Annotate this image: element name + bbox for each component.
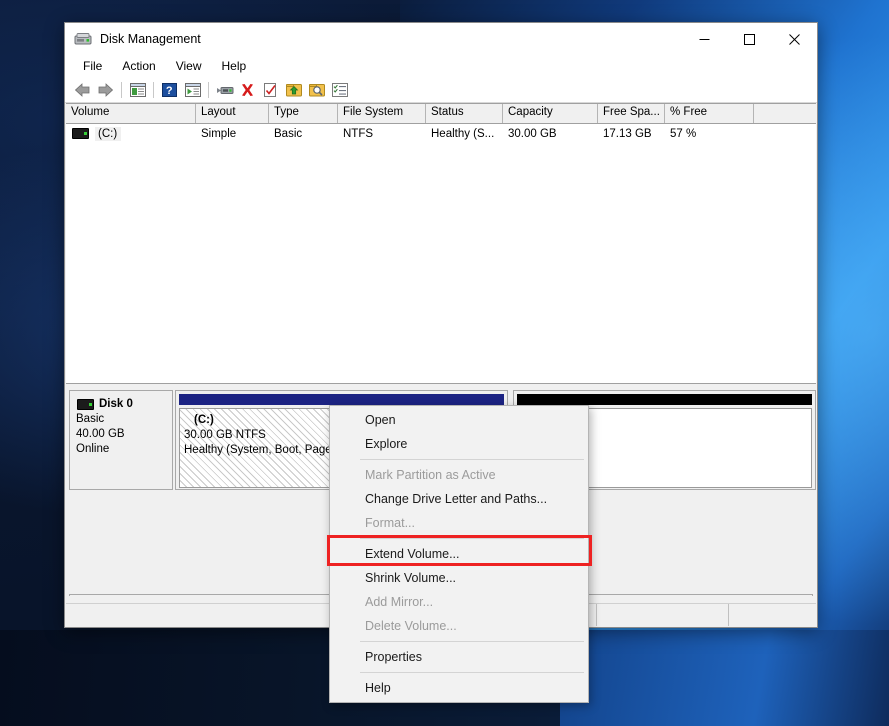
volume-name: (C:) xyxy=(95,126,122,141)
volume-status: Healthy (S... xyxy=(431,127,495,140)
search-folder-icon[interactable] xyxy=(305,79,328,101)
volume-capacity: 30.00 GB xyxy=(508,127,557,140)
volume-type: Basic xyxy=(274,127,303,140)
svg-text:?: ? xyxy=(166,85,173,97)
show-hide-console-tree-icon[interactable] xyxy=(126,79,149,101)
partition-context-menu: Open Explore Mark Partition as Active Ch… xyxy=(327,405,592,703)
volume-layout: Simple xyxy=(201,127,237,140)
toolbar-separator xyxy=(121,81,122,98)
disk-type: Basic xyxy=(76,413,105,425)
column-header-type[interactable]: Type xyxy=(269,104,338,123)
list-details-icon[interactable] xyxy=(328,79,351,101)
status-bar-segment-2 xyxy=(597,604,729,626)
column-header-percent-free[interactable]: % Free xyxy=(665,104,754,123)
rescan-disks-icon[interactable] xyxy=(213,79,236,101)
title-bar: Disk Management xyxy=(65,23,817,55)
column-header-capacity[interactable]: Capacity xyxy=(503,104,598,123)
menu-file[interactable]: File xyxy=(75,57,112,76)
context-menu-item-delete-volume: Delete Volume... xyxy=(365,619,457,633)
toolbar-separator xyxy=(208,81,209,98)
menu-action[interactable]: Action xyxy=(114,57,165,76)
toolbar: ? xyxy=(65,77,817,103)
context-menu-item-shrink-volume[interactable]: Shrink Volume... xyxy=(330,566,588,590)
disk-icon xyxy=(77,399,94,410)
context-menu-item-explore[interactable]: Explore xyxy=(330,432,588,456)
disk-info-panel[interactable]: Disk 0 Basic 40.00 GB Online xyxy=(69,390,173,490)
partition-color-bar-unallocated xyxy=(517,394,812,405)
column-header-status[interactable]: Status xyxy=(426,104,503,123)
context-menu-separator xyxy=(360,672,584,673)
column-header-volume[interactable]: Volume xyxy=(66,104,196,123)
disk-size: 40.00 GB xyxy=(76,428,125,440)
context-menu-item-extend-volume[interactable]: Extend Volume... xyxy=(330,542,588,566)
table-row[interactable]: (C:) Simple Basic NTFS Healthy (S... 30.… xyxy=(66,124,816,143)
context-menu-separator xyxy=(360,641,584,642)
close-button[interactable] xyxy=(772,23,817,55)
delete-icon[interactable] xyxy=(236,79,259,101)
volume-list-header: Volume Layout Type File System Status Ca… xyxy=(66,103,816,124)
disk-drive-icon xyxy=(74,32,92,46)
toolbar-separator xyxy=(153,81,154,98)
partition-color-bar-primary xyxy=(179,394,504,405)
volume-name-cell[interactable]: (C:) xyxy=(66,126,196,141)
open-up-folder-icon[interactable] xyxy=(282,79,305,101)
maximize-button[interactable] xyxy=(727,23,772,55)
disk-name-row: Disk 0 xyxy=(76,397,172,412)
column-header-extra[interactable] xyxy=(754,104,814,123)
drive-icon xyxy=(72,128,89,139)
volume-free-space: 17.13 GB xyxy=(603,127,652,140)
window-title: Disk Management xyxy=(100,32,201,46)
context-menu-item-change-drive-letter-and-paths[interactable]: Change Drive Letter and Paths... xyxy=(330,487,588,511)
volume-file-system: NTFS xyxy=(343,127,374,140)
status-bar-segment-3 xyxy=(729,604,816,626)
menu-view[interactable]: View xyxy=(168,57,212,76)
forward-arrow-icon[interactable] xyxy=(94,79,117,101)
properties-icon[interactable] xyxy=(259,79,282,101)
context-menu-item-help[interactable]: Help xyxy=(330,676,588,700)
context-menu-item-open[interactable]: Open xyxy=(330,408,588,432)
volume-list-body: (C:) Simple Basic NTFS Healthy (S... 30.… xyxy=(66,124,816,382)
context-menu-item-properties[interactable]: Properties xyxy=(330,645,588,669)
back-arrow-icon[interactable] xyxy=(71,79,94,101)
menu-bar: File Action View Help xyxy=(65,55,817,77)
volume-percent-free: 57 % xyxy=(670,127,697,140)
menu-help[interactable]: Help xyxy=(214,57,257,76)
context-menu-separator xyxy=(360,459,584,460)
context-menu-item-add-mirror: Add Mirror... xyxy=(365,595,434,609)
disk-name: Disk 0 xyxy=(99,398,133,410)
context-menu-item-mark-partition-as-active: Mark Partition as Active xyxy=(365,468,496,482)
minimize-button[interactable] xyxy=(682,23,727,55)
help-icon[interactable]: ? xyxy=(158,79,181,101)
show-hide-action-pane-icon[interactable] xyxy=(181,79,204,101)
disk-status: Online xyxy=(76,443,110,455)
column-header-free-space[interactable]: Free Spa... xyxy=(598,104,665,123)
volume-list: Volume Layout Type File System Status Ca… xyxy=(66,103,816,383)
window-controls xyxy=(682,23,817,55)
context-menu-item-format: Format... xyxy=(365,516,416,530)
column-header-layout[interactable]: Layout xyxy=(196,104,269,123)
context-menu-separator xyxy=(360,538,584,539)
column-header-file-system[interactable]: File System xyxy=(338,104,426,123)
